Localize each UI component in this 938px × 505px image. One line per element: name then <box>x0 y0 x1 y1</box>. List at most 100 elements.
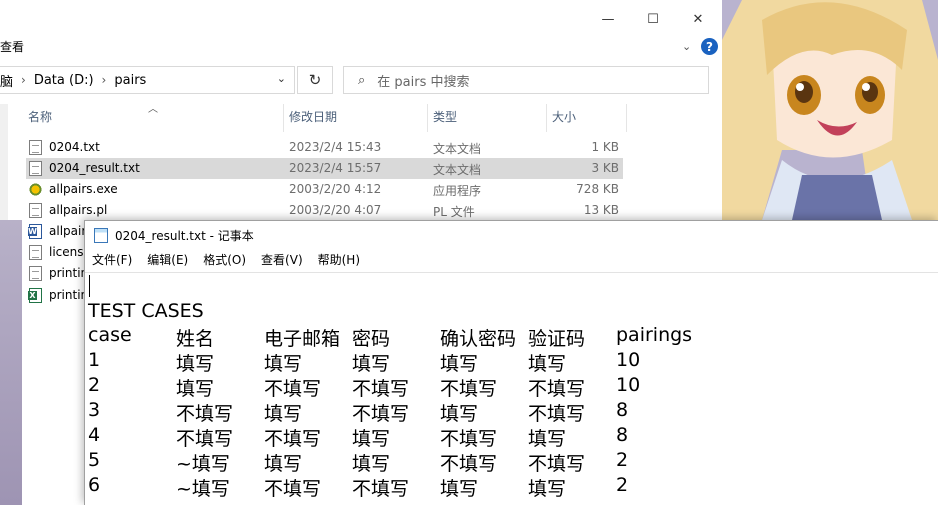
table-cell: 填写 <box>528 478 567 500</box>
column-header-name[interactable]: 名称 <box>28 108 52 128</box>
table-cell: 填写 <box>352 428 391 450</box>
file-type: 文本文档 <box>433 163 482 177</box>
search-input[interactable]: ⌕ 在 pairs 中搜索 <box>343 66 709 94</box>
file-date: 2023/2/4 15:57 <box>289 161 382 175</box>
file-explorer-window: — ☐ ✕ 查看 ⌄ ? 脑 › Data (D:) › pairs ⌄ ↻ ⌕… <box>0 0 722 220</box>
ribbon-tab-view[interactable]: 查看 <box>0 38 24 55</box>
column-header-date[interactable]: 修改日期 <box>289 108 337 128</box>
menu-edit[interactable]: 编辑(E) <box>147 251 188 271</box>
table-cell: 不填写 <box>352 403 410 425</box>
file-row-partial[interactable]: printin <box>26 285 84 306</box>
breadcrumb-separator[interactable]: › <box>102 73 107 87</box>
address-bar[interactable]: 脑 › Data (D:) › pairs ⌄ <box>0 66 295 94</box>
file-name: printin <box>49 266 84 280</box>
breadcrumb-folder[interactable]: pairs <box>114 73 146 88</box>
file-type: 应用程序 <box>433 184 482 198</box>
file-type: PL 文件 <box>433 205 475 219</box>
text-document-icon <box>29 161 42 176</box>
sort-ascending-icon: ︿ <box>148 104 158 115</box>
search-icon: ⌕ <box>358 72 366 88</box>
table-cell: 5 <box>88 449 101 471</box>
table-cell: 3 <box>88 399 101 421</box>
table-cell: 不填写 <box>528 453 586 475</box>
table-cell: 填写 <box>264 403 303 425</box>
text-heading: TEST CASES <box>88 300 204 322</box>
help-icon[interactable]: ? <box>701 38 718 55</box>
breadcrumb-drive[interactable]: Data (D:) <box>34 73 94 88</box>
table-cell: 10 <box>616 374 641 396</box>
table-cell: 不填写 <box>176 428 234 450</box>
text-document-icon <box>29 140 42 155</box>
notepad-text-area[interactable]: TEST CASES case 姓名 电子邮箱 密码 确认密码 验证码 pair… <box>85 272 938 505</box>
file-name: printin <box>49 288 84 302</box>
maximize-button[interactable]: ☐ <box>630 8 676 30</box>
file-size: 1 KB <box>591 140 619 154</box>
file-name: allpairs.pl <box>49 203 108 217</box>
navigation-pane-scrollbar[interactable] <box>0 104 8 220</box>
file-row-partial[interactable]: printin <box>26 263 84 284</box>
column-divider[interactable] <box>283 104 284 132</box>
notepad-icon <box>94 227 108 243</box>
excel-document-icon <box>28 288 42 303</box>
table-cell: 填写 <box>440 403 479 425</box>
column-divider[interactable] <box>427 104 428 132</box>
table-cell: 2 <box>616 474 629 496</box>
menu-file[interactable]: 文件(F) <box>92 251 132 271</box>
desktop-wallpaper-left <box>0 220 22 505</box>
word-document-icon <box>28 224 42 239</box>
menu-format[interactable]: 格式(O) <box>203 251 246 271</box>
file-size: 13 KB <box>583 203 619 217</box>
table-cell: 填写 <box>176 353 215 375</box>
table-cell: 不填写 <box>352 478 410 500</box>
address-dropdown-icon[interactable]: ⌄ <box>277 72 286 85</box>
table-cell: 填写 <box>528 428 567 450</box>
table-cell: 不填写 <box>176 403 234 425</box>
table-cell: 填写 <box>440 353 479 375</box>
column-header-size[interactable]: 大小 <box>552 108 576 128</box>
table-cell: 4 <box>88 424 101 446</box>
file-name: license <box>49 245 84 259</box>
table-cell: 不填写 <box>352 378 410 400</box>
minimize-button[interactable]: — <box>585 8 631 30</box>
table-cell: 不填写 <box>528 403 586 425</box>
column-header-type[interactable]: 类型 <box>433 108 457 128</box>
close-button[interactable]: ✕ <box>675 8 721 30</box>
file-row-partial[interactable]: license <box>26 242 84 263</box>
table-cell: 填写 <box>264 353 303 375</box>
table-cell: 不填写 <box>440 428 498 450</box>
table-cell: 8 <box>616 399 629 421</box>
menu-help[interactable]: 帮助(H) <box>318 251 360 271</box>
breadcrumb-prev[interactable]: 脑 <box>0 71 13 90</box>
table-cell: ~填写 <box>176 478 230 500</box>
text-document-icon <box>29 245 42 260</box>
file-row[interactable]: 0204.txt 2023/2/4 15:43 文本文档 1 KB <box>26 137 623 158</box>
refresh-button[interactable]: ↻ <box>297 66 333 94</box>
notepad-window: 0204_result.txt - 记事本 文件(F) 编辑(E) 格式(O) … <box>84 220 938 505</box>
menu-view[interactable]: 查看(V) <box>261 251 303 271</box>
file-name: 0204_result.txt <box>49 161 140 175</box>
file-row-partial[interactable]: allpair <box>26 221 84 242</box>
header-cell: 验证码 <box>528 328 586 350</box>
column-divider[interactable] <box>626 104 627 132</box>
table-cell: 填写 <box>440 478 479 500</box>
table-cell: 2 <box>616 449 629 471</box>
file-name: allpair <box>49 224 84 238</box>
file-row[interactable]: allpairs.exe 2003/2/20 4:12 应用程序 728 KB <box>26 179 623 200</box>
file-row-selected[interactable]: 0204_result.txt 2023/2/4 15:57 文本文档 3 KB <box>26 158 623 179</box>
table-cell: 10 <box>616 349 641 371</box>
breadcrumb-separator[interactable]: › <box>21 73 26 87</box>
ribbon-expand-chevron-icon[interactable]: ⌄ <box>682 40 691 53</box>
table-cell: 8 <box>616 424 629 446</box>
file-size: 3 KB <box>591 161 619 175</box>
table-cell: 填写 <box>352 353 391 375</box>
table-cell: 不填写 <box>440 378 498 400</box>
table-cell: 2 <box>88 374 101 396</box>
column-divider[interactable] <box>546 104 547 132</box>
desktop-wallpaper-artwork <box>722 0 938 220</box>
file-row[interactable]: allpairs.pl 2003/2/20 4:07 PL 文件 13 KB <box>26 200 623 221</box>
notepad-title-bar[interactable]: 0204_result.txt - 记事本 <box>85 221 938 249</box>
header-cell: pairings <box>616 324 693 346</box>
table-cell: ~填写 <box>176 453 230 475</box>
header-cell: 姓名 <box>176 328 215 350</box>
file-type: 文本文档 <box>433 142 482 156</box>
